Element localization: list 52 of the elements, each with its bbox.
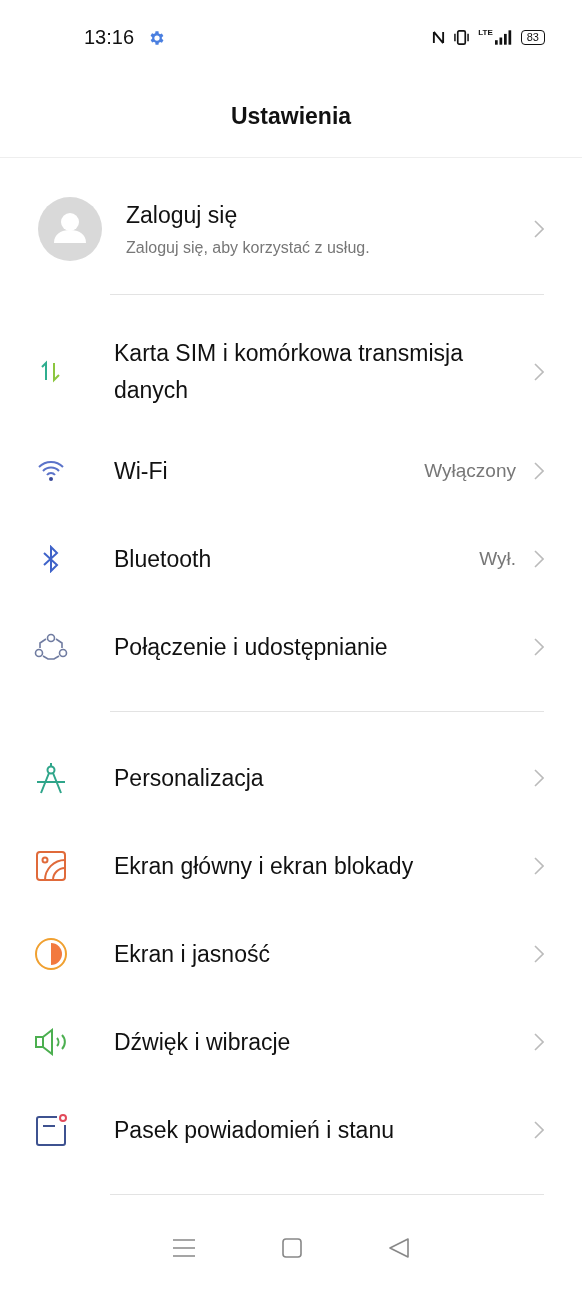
menu-icon[interactable]: [173, 1238, 196, 1257]
chevron-icon: [534, 363, 544, 381]
settings-item[interactable]: Karta SIM i komórkowa transmisja danych: [0, 317, 582, 427]
settings-item[interactable]: Wi-Fi Wyłączony: [0, 427, 582, 515]
item-label: Ekran główny i ekran blokady: [114, 851, 415, 881]
chevron-icon: [534, 1121, 544, 1139]
back-icon[interactable]: [388, 1237, 409, 1258]
vibrate-icon: [453, 30, 471, 45]
settings-item[interactable]: Dźwięk i wibracje: [0, 998, 582, 1086]
chevron-icon: [534, 769, 544, 787]
chevron-icon: [534, 462, 544, 480]
item-label: Karta SIM i komórkowa transmisja danych: [114, 339, 464, 405]
chevron-icon: [534, 220, 544, 238]
wifi-icon: [37, 460, 65, 482]
item-value: Wył.: [479, 548, 516, 570]
item-label: Dźwięk i wibracje: [114, 1027, 292, 1057]
account-subtitle: Zaloguj się, aby korzystać z usług.: [126, 238, 371, 257]
picture-frame-icon: [35, 850, 67, 882]
settings-item[interactable]: Personalizacja: [0, 734, 582, 822]
status-time: 13:16: [84, 26, 135, 49]
nodes-icon: [34, 633, 68, 661]
settings-item[interactable]: Ekran główny i ekran blokady: [0, 822, 582, 910]
notification-panel-icon: [34, 1113, 68, 1147]
item-value: Wyłączony: [424, 460, 516, 482]
settings-item[interactable]: Pasek powiadomień i stanu: [0, 1086, 582, 1174]
chevron-icon: [534, 550, 544, 568]
speaker-icon: [34, 1028, 68, 1056]
item-label: Pasek powiadomień i stanu: [114, 1115, 395, 1145]
item-label: Ekran i jasność: [114, 939, 271, 969]
chevron-icon: [534, 1033, 544, 1051]
avatar-icon: [38, 197, 102, 261]
chevron-icon: [534, 638, 544, 656]
settings-item[interactable]: Połączenie i udostępnianie: [0, 603, 582, 691]
signal-icon: [494, 30, 513, 45]
settings-item[interactable]: Bluetooth Wył.: [0, 515, 582, 603]
item-label: Bluetooth: [114, 544, 213, 574]
compass-icon: [35, 762, 67, 794]
battery-level: 83: [520, 30, 545, 45]
half-circle-icon: [34, 937, 68, 971]
page-title: Ustawienia: [230, 102, 352, 130]
account-row[interactable]: Zaloguj się Zaloguj się, aby korzystać z usług.: [0, 164, 582, 294]
chevron-icon: [534, 945, 544, 963]
account-name: Zaloguj się: [126, 201, 239, 229]
item-label: Personalizacja: [114, 763, 265, 793]
bluetooth-icon: [41, 545, 61, 573]
nfc-icon: [432, 30, 446, 45]
settings-item[interactable]: Ekran i jasność: [0, 910, 582, 998]
chevron-icon: [534, 857, 544, 875]
home-icon[interactable]: [282, 1237, 302, 1258]
item-label: Wi-Fi: [114, 456, 169, 486]
item-label: Połączenie i udostępnianie: [114, 632, 389, 662]
network-type: LTE: [478, 28, 493, 37]
